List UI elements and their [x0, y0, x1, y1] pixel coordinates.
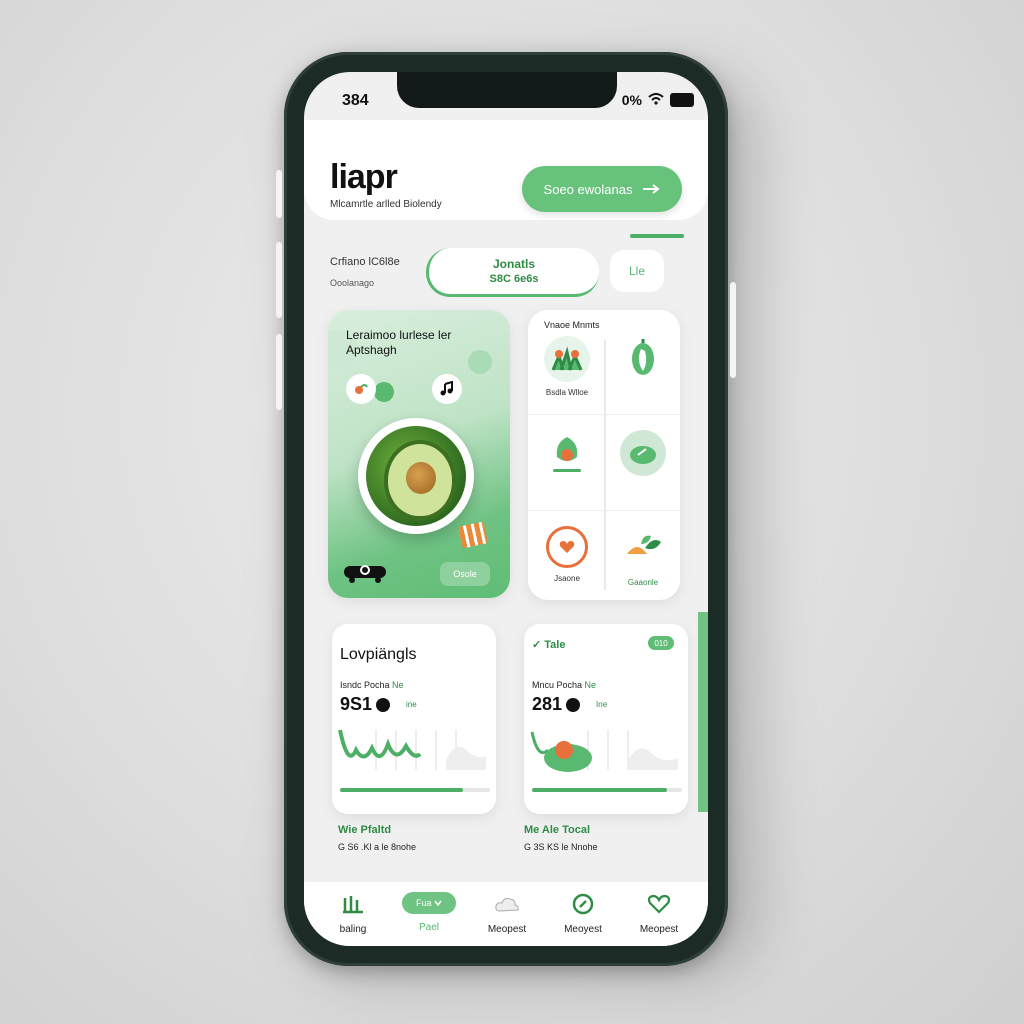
- tab-meopest[interactable]: Meopest: [472, 882, 542, 935]
- trend-chart: [530, 730, 678, 772]
- heart-icon: [647, 892, 671, 916]
- food-icon: [346, 374, 376, 404]
- grid-item[interactable]: [608, 326, 678, 414]
- feature-card[interactable]: Leraimoo lurlese ler Aptshagh Osole: [328, 310, 510, 598]
- active-tab-pill: Fua: [402, 892, 456, 914]
- grid-item[interactable]: [608, 420, 678, 508]
- stat-badge: 010: [648, 636, 674, 650]
- stat-value: 9S1 ine: [340, 694, 417, 714]
- vegetables-icon: [544, 336, 590, 382]
- filter-pill-line1: Jonatls: [492, 257, 535, 271]
- mute-switch: [276, 170, 282, 218]
- app-subtitle: Mlcamrtle arlled Biolendy: [330, 199, 442, 210]
- citrus-icon: [620, 526, 666, 572]
- apple-icon: [620, 430, 666, 476]
- arrow-right-icon: [642, 182, 661, 197]
- pepper-icon: [620, 336, 666, 382]
- tag-decoration: [457, 521, 489, 549]
- footer-sub: G 3S KS le Nnohe: [524, 842, 598, 852]
- music-note-icon: [432, 374, 462, 404]
- indicator-icon: [566, 697, 581, 712]
- heart-circle-icon: [546, 526, 588, 568]
- grid-item[interactable]: Gaaonle: [608, 516, 678, 600]
- stat-card-1[interactable]: Lovpiängls Isndc Pocha Ne 9S1 ine: [332, 624, 496, 814]
- progress-bar: [340, 788, 490, 792]
- filter-label: Crfiano lC6l8e: [330, 256, 400, 268]
- compass-icon: [572, 892, 594, 916]
- grid-divider: [528, 510, 680, 511]
- chart-icon: [342, 892, 364, 916]
- avocado-bowl-image: [358, 418, 474, 534]
- tab-label: baling: [339, 924, 367, 935]
- stat-value: 281 Ine: [532, 694, 608, 714]
- primary-cta-button[interactable]: Soeo ewolanas: [522, 166, 682, 212]
- car-icon: [342, 560, 388, 590]
- screen: 384 0% liapr Mlcamrtle arlled Biolendy S…: [304, 72, 708, 946]
- tab-label: Meoyest: [564, 924, 602, 935]
- stat-heading: Lovpiängls: [340, 646, 417, 663]
- tab-meoyest[interactable]: Meoyest: [548, 882, 618, 935]
- filter-sublabel: Ooolanago: [330, 278, 375, 288]
- tab-label: Pael: [418, 922, 439, 933]
- leaf-icon: ✓: [532, 639, 542, 651]
- feature-title: Leraimoo lurlese ler Aptshagh: [346, 328, 452, 357]
- cta-label: Soeo ewolanas: [543, 181, 633, 197]
- grid-item[interactable]: Bsdla Wlloe: [532, 326, 602, 414]
- status-indicators: 0%: [622, 92, 694, 108]
- phone-frame: 384 0% liapr Mlcamrtle arlled Biolendy S…: [276, 52, 736, 966]
- grid-item-label: Gaaonle: [627, 578, 659, 587]
- grid-divider: [528, 414, 680, 415]
- app-title: liapr: [330, 158, 398, 196]
- battery-percent: 0%: [621, 92, 642, 108]
- battery-icon: [670, 93, 694, 107]
- stat-card-2[interactable]: ✓ Tale 010 Mncu Pocha Ne 281 Ine: [524, 624, 688, 814]
- filter-pill[interactable]: Jonatls S8C 6e6s: [426, 248, 599, 297]
- tab-label: Meopest: [639, 924, 679, 935]
- grid-item[interactable]: Jsaone: [532, 516, 602, 600]
- green-accent: [698, 612, 708, 812]
- fruit-icon: [544, 430, 590, 476]
- grid-divider: [604, 340, 606, 590]
- wifi-icon: [648, 92, 664, 108]
- filter-chip[interactable]: Lle: [610, 250, 664, 292]
- tab-label: Meopest: [487, 924, 527, 935]
- stat-meta: Mncu Pocha Ne: [532, 680, 597, 690]
- notch: [397, 72, 617, 108]
- progress-bar: [532, 788, 682, 792]
- volume-down-button: [276, 334, 282, 410]
- stat-footer-1: Wie Pfaltd G S6 .Kl a le 8nohe: [338, 824, 416, 852]
- tab-bar: baling Fua Pael Meopest Meoyest Meopest: [304, 882, 708, 946]
- tab-meopest-2[interactable]: Meopest: [624, 882, 694, 935]
- tab-baling[interactable]: baling: [318, 882, 388, 935]
- feature-button[interactable]: Osole: [440, 562, 490, 586]
- stat-meta: Isndc Pocha Ne: [340, 680, 404, 690]
- cloud-icon: [494, 892, 520, 916]
- bubble-decoration: [374, 382, 394, 402]
- filter-pill-line2: S8C 6e6s: [489, 273, 539, 285]
- grid-item-label: Bsdla Wlloe: [545, 388, 589, 397]
- tab-pael[interactable]: Fua Pael: [394, 882, 464, 933]
- progress-fill: [532, 788, 667, 792]
- footer-sub: G S6 .Kl a le 8nohe: [338, 842, 417, 852]
- grid-item-label: Jsaone: [554, 574, 580, 583]
- cta-indicator: [630, 234, 684, 238]
- grid-item[interactable]: [532, 420, 602, 508]
- indicator-icon: [376, 697, 391, 712]
- power-button: [730, 282, 736, 378]
- footer-title: Me Ale Tocal: [524, 824, 591, 836]
- footer-title: Wie Pfaltd: [338, 824, 392, 836]
- category-grid-card: Vnaoe Mnmts Bsdla Wlloe Jsaone Gaaonle: [528, 310, 680, 600]
- stat-heading: ✓ Tale: [532, 639, 566, 651]
- volume-up-button: [276, 242, 282, 318]
- progress-fill: [340, 788, 463, 792]
- stat-footer-2: Me Ale Tocal G 3S KS le Nnohe: [524, 824, 598, 852]
- status-time: 384: [342, 92, 369, 109]
- trend-line-chart: [338, 729, 486, 770]
